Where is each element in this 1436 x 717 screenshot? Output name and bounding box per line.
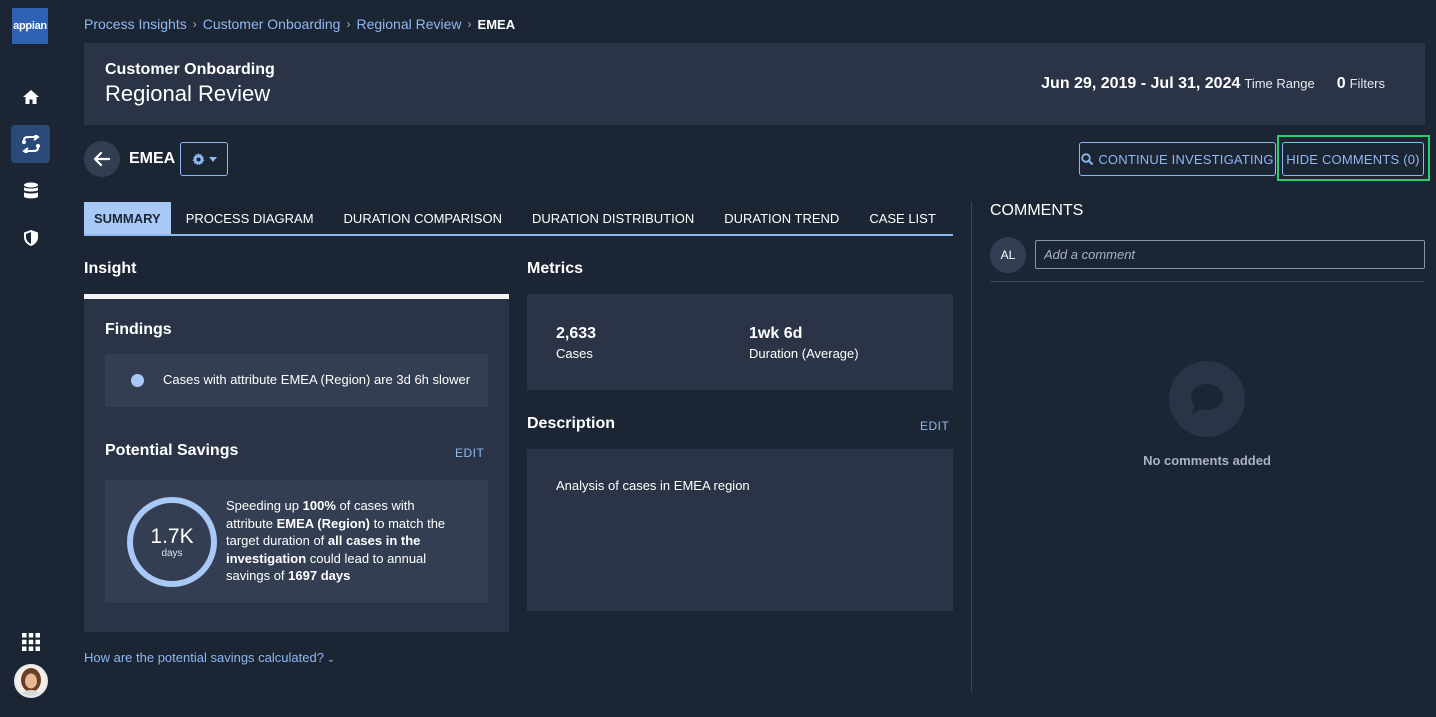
chevron-right-icon: › bbox=[467, 17, 472, 31]
tab-case-list[interactable]: CASE LIST bbox=[854, 202, 950, 234]
breadcrumb-link-regional-review[interactable]: Regional Review bbox=[356, 16, 461, 32]
sidebar: appian bbox=[0, 0, 62, 717]
grid-icon[interactable] bbox=[11, 623, 50, 661]
tab-bar: SUMMARY PROCESS DIAGRAM DURATION COMPARI… bbox=[84, 202, 953, 236]
insight-card: Findings Cases with attribute EMEA (Regi… bbox=[84, 294, 509, 632]
savings-box: 1.7K days Speeding up 100% of cases with… bbox=[105, 480, 488, 603]
search-icon bbox=[1081, 153, 1094, 165]
appian-logo[interactable]: appian bbox=[12, 8, 48, 44]
database-icon[interactable] bbox=[11, 172, 50, 210]
savings-edit-link[interactable]: EDIT bbox=[455, 446, 484, 460]
hide-comments-button[interactable]: HIDE COMMENTS (0) bbox=[1282, 142, 1424, 176]
panel-divider bbox=[971, 202, 972, 692]
savings-unit: days bbox=[161, 548, 183, 560]
metrics-heading: Metrics bbox=[527, 260, 584, 277]
shield-icon[interactable] bbox=[11, 219, 50, 257]
tab-duration-distribution[interactable]: DURATION DISTRIBUTION bbox=[517, 202, 709, 234]
metrics-card: 2,633 Cases 1wk 6d Duration (Average) bbox=[527, 294, 953, 390]
filter-count[interactable]: 0 bbox=[1337, 75, 1346, 93]
savings-calculation-link[interactable]: How are the potential savings calculated… bbox=[84, 650, 335, 665]
description-card: Analysis of cases in EMEA region bbox=[527, 449, 953, 611]
process-icon[interactable] bbox=[11, 125, 50, 163]
breadcrumb-link-customer-onboarding[interactable]: Customer Onboarding bbox=[203, 16, 341, 32]
chevron-right-icon: › bbox=[346, 17, 351, 31]
back-button[interactable] bbox=[84, 141, 120, 177]
comments-heading: COMMENTS bbox=[990, 202, 1084, 219]
chevron-down-icon: ⌄ bbox=[323, 654, 336, 665]
insight-heading: Insight bbox=[84, 260, 137, 277]
page-title: EMEA bbox=[129, 150, 176, 167]
date-range-label: Time Range bbox=[1244, 76, 1315, 91]
description-heading: Description bbox=[527, 415, 616, 432]
no-comments-text: No comments added bbox=[1143, 453, 1271, 468]
breadcrumb-current: EMEA bbox=[477, 16, 516, 32]
header-summary: Jun 29, 2019 - Jul 31, 2024 Time Range 0… bbox=[1041, 75, 1385, 93]
finding-item: Cases with attribute EMEA (Region) are 3… bbox=[105, 354, 488, 407]
header-title: Customer Onboarding bbox=[105, 61, 275, 78]
description-edit-link[interactable]: EDIT bbox=[920, 419, 949, 433]
duration-value: 1wk 6d bbox=[749, 325, 803, 342]
tab-process-diagram[interactable]: PROCESS DIAGRAM bbox=[171, 202, 329, 234]
cases-value: 2,633 bbox=[556, 325, 597, 342]
header-card: Customer Onboarding Regional Review Jun … bbox=[84, 43, 1425, 125]
finding-text: Cases with attribute EMEA (Region) are 3… bbox=[163, 372, 471, 387]
tab-duration-comparison[interactable]: DURATION COMPARISON bbox=[329, 202, 517, 234]
user-avatar[interactable] bbox=[14, 664, 48, 698]
potential-savings-heading: Potential Savings bbox=[105, 442, 239, 459]
savings-value: 1.7K bbox=[150, 524, 194, 548]
breadcrumb-link-process-insights[interactable]: Process Insights bbox=[84, 16, 187, 32]
home-icon[interactable] bbox=[11, 78, 50, 116]
description-text: Analysis of cases in EMEA region bbox=[556, 478, 750, 493]
continue-investigating-button[interactable]: CONTINUE INVESTIGATING bbox=[1079, 142, 1276, 176]
settings-menu-button[interactable] bbox=[180, 142, 228, 176]
filter-label: Filters bbox=[1349, 76, 1385, 91]
finding-bullet-icon bbox=[131, 374, 144, 387]
findings-heading: Findings bbox=[105, 321, 172, 338]
duration-label: Duration (Average) bbox=[749, 346, 859, 361]
chevron-right-icon: › bbox=[192, 17, 197, 31]
tab-duration-trend[interactable]: DURATION TREND bbox=[709, 202, 854, 234]
continue-investigating-label: CONTINUE INVESTIGATING bbox=[1098, 151, 1274, 167]
chat-bubble-icon bbox=[1169, 361, 1245, 437]
savings-ring: 1.7K days bbox=[127, 497, 217, 587]
gear-icon bbox=[191, 152, 205, 165]
tab-summary[interactable]: SUMMARY bbox=[84, 202, 171, 234]
date-range[interactable]: Jun 29, 2019 - Jul 31, 2024 bbox=[1041, 75, 1240, 93]
back-arrow-icon bbox=[93, 151, 111, 167]
breadcrumb: Process Insights › Customer Onboarding ›… bbox=[84, 16, 515, 32]
current-user-avatar: AL bbox=[990, 237, 1026, 273]
comments-divider bbox=[990, 281, 1425, 282]
header-subtitle: Regional Review bbox=[105, 81, 271, 106]
hide-comments-label: HIDE COMMENTS (0) bbox=[1286, 151, 1420, 167]
cases-label: Cases bbox=[556, 346, 593, 361]
caret-down-icon bbox=[208, 156, 217, 162]
savings-description: Speeding up 100% of cases with attribute… bbox=[226, 498, 446, 583]
comment-input[interactable] bbox=[1035, 240, 1425, 269]
